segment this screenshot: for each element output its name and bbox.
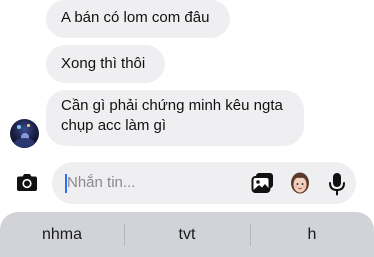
sticker-button[interactable] <box>289 171 311 195</box>
message-bubble[interactable]: A bán có lom com đâu <box>46 0 230 38</box>
message-bubble[interactable]: Cần gì phải chứng minh kêu ngta chụp acc… <box>46 90 304 146</box>
microphone-icon <box>329 173 345 196</box>
avatar-decoration <box>17 125 21 129</box>
suggestion-item[interactable]: h <box>250 212 374 257</box>
message-bubble[interactable]: Xong thì thôi <box>46 45 165 83</box>
message-input-placeholder: Nhắn tin... <box>67 174 136 191</box>
message-text: Xong thì thôi <box>61 55 146 72</box>
message-input[interactable]: Nhắn tin... <box>52 162 356 204</box>
message-text: A bán có lom com đâu <box>61 9 210 26</box>
avatar-decoration <box>14 138 35 148</box>
camera-icon <box>17 174 37 191</box>
message-composer: Nhắn tin... <box>0 160 374 206</box>
avatar[interactable] <box>10 119 39 148</box>
keyboard-suggestion-bar: nhma tvt h <box>0 212 374 257</box>
sticker-icon <box>291 172 309 194</box>
message-text-line: Cần gì phải chứng minh kêu ngta <box>61 97 283 114</box>
avatar-decoration <box>27 124 30 127</box>
gallery-icon <box>251 173 273 193</box>
suggestion-item[interactable]: nhma <box>0 212 124 257</box>
camera-button[interactable] <box>14 170 40 196</box>
message-text-line: chụp acc làm gì <box>61 117 167 134</box>
suggestion-item[interactable]: tvt <box>124 212 250 257</box>
gallery-button[interactable] <box>251 172 275 194</box>
voice-button[interactable] <box>328 172 346 196</box>
